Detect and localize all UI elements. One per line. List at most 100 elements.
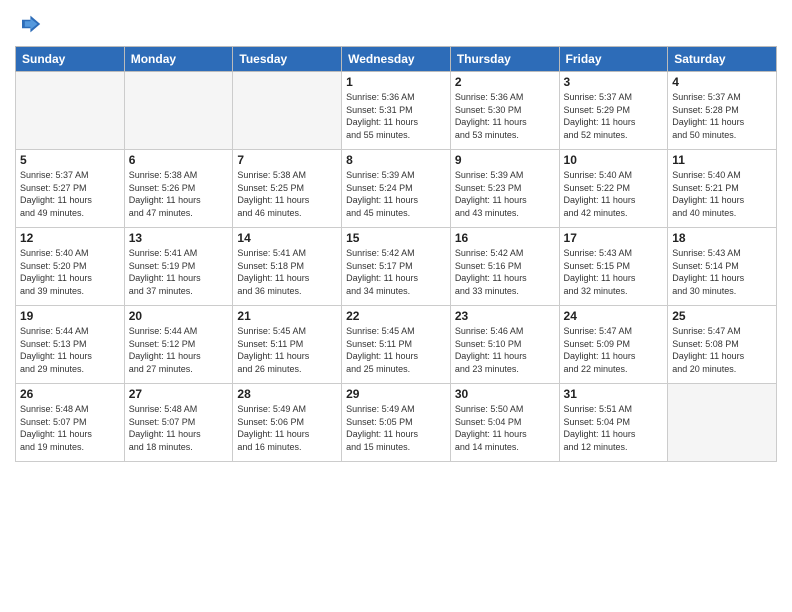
calendar-day-cell: 5 Sunrise: 5:37 AM Sunset: 5:27 PM Daylig… bbox=[16, 150, 125, 228]
calendar-day-cell: 16 Sunrise: 5:42 AM Sunset: 5:16 PM Dayli… bbox=[450, 228, 559, 306]
day-info: Sunrise: 5:36 AM Sunset: 5:31 PM Dayligh… bbox=[346, 91, 446, 141]
day-number: 14 bbox=[237, 231, 337, 245]
day-number: 20 bbox=[129, 309, 229, 323]
calendar-day-cell: 12Sunrise: 5:40 AM Sunset: 5:20 PM Dayli… bbox=[16, 228, 125, 306]
calendar-day-cell: 15 Sunrise: 5:42 AM Sunset: 5:17 PM Dayli… bbox=[342, 228, 451, 306]
weekday-header: Sunday bbox=[16, 47, 125, 72]
calendar-day-cell: 2Sunrise: 5:36 AM Sunset: 5:30 PM Daylig… bbox=[450, 72, 559, 150]
calendar-header-row: SundayMondayTuesdayWednesdayThursdayFrid… bbox=[16, 47, 777, 72]
calendar-day-cell: 7 Sunrise: 5:38 AM Sunset: 5:25 PM Daylig… bbox=[233, 150, 342, 228]
day-info: Sunrise: 5:41 AM Sunset: 5:19 PM Dayligh… bbox=[129, 247, 229, 297]
day-info: Sunrise: 5:38 AM Sunset: 5:25 PM Dayligh… bbox=[237, 169, 337, 219]
day-number: 25 bbox=[672, 309, 772, 323]
day-number: 1 bbox=[346, 75, 446, 89]
calendar-day-cell: 4 Sunrise: 5:37 AM Sunset: 5:28 PM Daylig… bbox=[668, 72, 777, 150]
header bbox=[15, 10, 777, 38]
day-number: 26 bbox=[20, 387, 120, 401]
weekday-header: Thursday bbox=[450, 47, 559, 72]
day-info: Sunrise: 5:38 AM Sunset: 5:26 PM Dayligh… bbox=[129, 169, 229, 219]
calendar-table: SundayMondayTuesdayWednesdayThursdayFrid… bbox=[15, 46, 777, 462]
day-info: Sunrise: 5:43 AM Sunset: 5:15 PM Dayligh… bbox=[564, 247, 664, 297]
calendar-day-cell bbox=[16, 72, 125, 150]
day-number: 24 bbox=[564, 309, 664, 323]
calendar-day-cell: 9 Sunrise: 5:39 AM Sunset: 5:23 PM Daylig… bbox=[450, 150, 559, 228]
calendar-day-cell bbox=[668, 384, 777, 462]
calendar-day-cell: 29 Sunrise: 5:49 AM Sunset: 5:05 PM Dayli… bbox=[342, 384, 451, 462]
calendar-week-row: 19Sunrise: 5:44 AM Sunset: 5:13 PM Dayli… bbox=[16, 306, 777, 384]
calendar-day-cell: 28 Sunrise: 5:49 AM Sunset: 5:06 PM Dayli… bbox=[233, 384, 342, 462]
day-info: Sunrise: 5:37 AM Sunset: 5:27 PM Dayligh… bbox=[20, 169, 120, 219]
day-number: 2 bbox=[455, 75, 555, 89]
calendar-day-cell: 27 Sunrise: 5:48 AM Sunset: 5:07 PM Dayli… bbox=[124, 384, 233, 462]
day-number: 21 bbox=[237, 309, 337, 323]
day-number: 7 bbox=[237, 153, 337, 167]
day-number: 5 bbox=[20, 153, 120, 167]
day-number: 3 bbox=[564, 75, 664, 89]
calendar-day-cell: 21Sunrise: 5:45 AM Sunset: 5:11 PM Dayli… bbox=[233, 306, 342, 384]
day-number: 13 bbox=[129, 231, 229, 245]
day-number: 10 bbox=[564, 153, 664, 167]
day-info: Sunrise: 5:41 AM Sunset: 5:18 PM Dayligh… bbox=[237, 247, 337, 297]
calendar-day-cell: 13 Sunrise: 5:41 AM Sunset: 5:19 PM Dayli… bbox=[124, 228, 233, 306]
calendar-day-cell: 6Sunrise: 5:38 AM Sunset: 5:26 PM Daylig… bbox=[124, 150, 233, 228]
weekday-header: Saturday bbox=[668, 47, 777, 72]
calendar-day-cell: 19Sunrise: 5:44 AM Sunset: 5:13 PM Dayli… bbox=[16, 306, 125, 384]
day-info: Sunrise: 5:43 AM Sunset: 5:14 PM Dayligh… bbox=[672, 247, 772, 297]
weekday-header: Tuesday bbox=[233, 47, 342, 72]
day-number: 8 bbox=[346, 153, 446, 167]
weekday-header: Wednesday bbox=[342, 47, 451, 72]
day-number: 17 bbox=[564, 231, 664, 245]
day-number: 4 bbox=[672, 75, 772, 89]
calendar-day-cell: 1 Sunrise: 5:36 AM Sunset: 5:31 PM Daylig… bbox=[342, 72, 451, 150]
calendar-container: SundayMondayTuesdayWednesdayThursdayFrid… bbox=[0, 0, 792, 612]
calendar-day-cell: 18 Sunrise: 5:43 AM Sunset: 5:14 PM Dayli… bbox=[668, 228, 777, 306]
day-info: Sunrise: 5:39 AM Sunset: 5:24 PM Dayligh… bbox=[346, 169, 446, 219]
day-number: 29 bbox=[346, 387, 446, 401]
day-info: Sunrise: 5:49 AM Sunset: 5:05 PM Dayligh… bbox=[346, 403, 446, 453]
calendar-day-cell: 11 Sunrise: 5:40 AM Sunset: 5:21 PM Dayli… bbox=[668, 150, 777, 228]
day-number: 27 bbox=[129, 387, 229, 401]
calendar-day-cell bbox=[233, 72, 342, 150]
day-number: 22 bbox=[346, 309, 446, 323]
day-info: Sunrise: 5:42 AM Sunset: 5:17 PM Dayligh… bbox=[346, 247, 446, 297]
day-info: Sunrise: 5:44 AM Sunset: 5:12 PM Dayligh… bbox=[129, 325, 229, 375]
day-info: Sunrise: 5:37 AM Sunset: 5:28 PM Dayligh… bbox=[672, 91, 772, 141]
calendar-week-row: 1 Sunrise: 5:36 AM Sunset: 5:31 PM Daylig… bbox=[16, 72, 777, 150]
calendar-day-cell: 17 Sunrise: 5:43 AM Sunset: 5:15 PM Dayli… bbox=[559, 228, 668, 306]
day-info: Sunrise: 5:42 AM Sunset: 5:16 PM Dayligh… bbox=[455, 247, 555, 297]
day-info: Sunrise: 5:50 AM Sunset: 5:04 PM Dayligh… bbox=[455, 403, 555, 453]
day-number: 12 bbox=[20, 231, 120, 245]
calendar-day-cell: 8 Sunrise: 5:39 AM Sunset: 5:24 PM Daylig… bbox=[342, 150, 451, 228]
day-info: Sunrise: 5:45 AM Sunset: 5:11 PM Dayligh… bbox=[346, 325, 446, 375]
weekday-header: Friday bbox=[559, 47, 668, 72]
day-info: Sunrise: 5:49 AM Sunset: 5:06 PM Dayligh… bbox=[237, 403, 337, 453]
calendar-day-cell: 26Sunrise: 5:48 AM Sunset: 5:07 PM Dayli… bbox=[16, 384, 125, 462]
day-number: 15 bbox=[346, 231, 446, 245]
weekday-header: Monday bbox=[124, 47, 233, 72]
day-info: Sunrise: 5:39 AM Sunset: 5:23 PM Dayligh… bbox=[455, 169, 555, 219]
calendar-day-cell: 3 Sunrise: 5:37 AM Sunset: 5:29 PM Daylig… bbox=[559, 72, 668, 150]
day-info: Sunrise: 5:37 AM Sunset: 5:29 PM Dayligh… bbox=[564, 91, 664, 141]
day-number: 16 bbox=[455, 231, 555, 245]
calendar-week-row: 5 Sunrise: 5:37 AM Sunset: 5:27 PM Daylig… bbox=[16, 150, 777, 228]
day-number: 9 bbox=[455, 153, 555, 167]
calendar-day-cell: 10 Sunrise: 5:40 AM Sunset: 5:22 PM Dayli… bbox=[559, 150, 668, 228]
logo-icon bbox=[15, 10, 43, 38]
calendar-day-cell: 14 Sunrise: 5:41 AM Sunset: 5:18 PM Dayli… bbox=[233, 228, 342, 306]
day-number: 18 bbox=[672, 231, 772, 245]
calendar-day-cell: 24 Sunrise: 5:47 AM Sunset: 5:09 PM Dayli… bbox=[559, 306, 668, 384]
day-info: Sunrise: 5:47 AM Sunset: 5:08 PM Dayligh… bbox=[672, 325, 772, 375]
day-info: Sunrise: 5:47 AM Sunset: 5:09 PM Dayligh… bbox=[564, 325, 664, 375]
day-number: 31 bbox=[564, 387, 664, 401]
day-number: 11 bbox=[672, 153, 772, 167]
day-info: Sunrise: 5:40 AM Sunset: 5:22 PM Dayligh… bbox=[564, 169, 664, 219]
day-info: Sunrise: 5:40 AM Sunset: 5:21 PM Dayligh… bbox=[672, 169, 772, 219]
calendar-day-cell: 22 Sunrise: 5:45 AM Sunset: 5:11 PM Dayli… bbox=[342, 306, 451, 384]
logo bbox=[15, 10, 47, 38]
day-number: 23 bbox=[455, 309, 555, 323]
day-number: 28 bbox=[237, 387, 337, 401]
day-number: 19 bbox=[20, 309, 120, 323]
calendar-week-row: 12Sunrise: 5:40 AM Sunset: 5:20 PM Dayli… bbox=[16, 228, 777, 306]
calendar-day-cell: 23Sunrise: 5:46 AM Sunset: 5:10 PM Dayli… bbox=[450, 306, 559, 384]
day-info: Sunrise: 5:48 AM Sunset: 5:07 PM Dayligh… bbox=[129, 403, 229, 453]
